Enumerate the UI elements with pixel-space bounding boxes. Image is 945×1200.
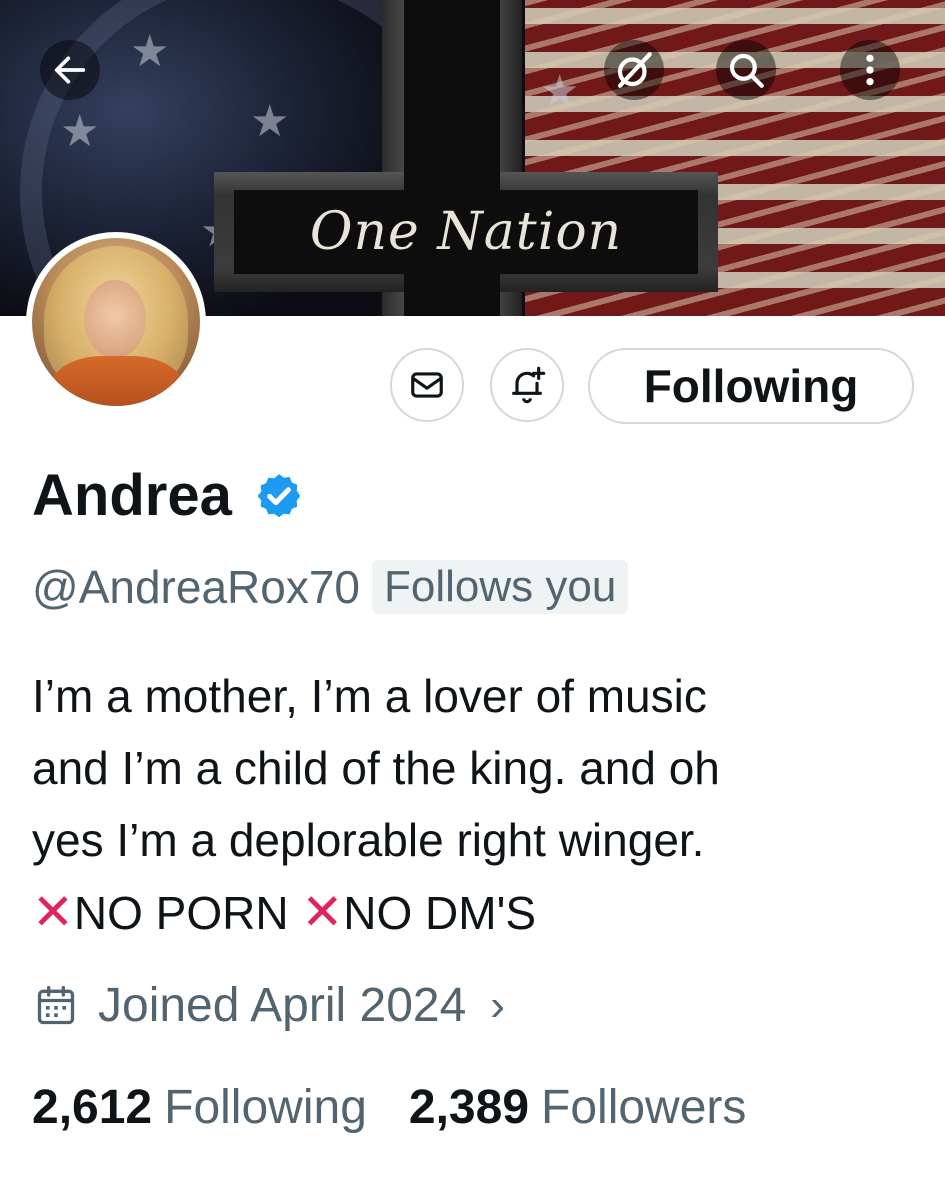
following-stat[interactable]: 2,612 Following xyxy=(32,1080,367,1135)
followers-label: Followers xyxy=(541,1081,747,1134)
grok-button[interactable] xyxy=(604,40,664,100)
back-button[interactable] xyxy=(40,40,100,100)
slashed-circle-icon xyxy=(617,52,652,88)
star-icon: ★ xyxy=(540,66,580,117)
verified-badge-icon[interactable] xyxy=(254,471,304,521)
joined-date-row[interactable]: Joined April 2024 › xyxy=(34,978,505,1033)
bio-flag: NO DM'S xyxy=(343,887,537,939)
bio-flag: NO PORN xyxy=(73,887,289,939)
bio-line-flags: ✕NO PORN ✕NO DM'S xyxy=(32,876,922,949)
following-button[interactable]: Following xyxy=(588,348,914,424)
arrow-left-icon xyxy=(54,56,86,84)
followers-count: 2,389 xyxy=(408,1081,530,1134)
notifications-button[interactable] xyxy=(490,348,564,422)
cross-mark-icon: ✕ xyxy=(301,884,344,940)
star-icon: ★ xyxy=(60,106,100,157)
follows-you-badge: Follows you xyxy=(372,560,629,614)
user-handle: @AndreaRox70 xyxy=(32,561,360,613)
star-icon: ★ xyxy=(250,96,290,147)
star-icon: ★ xyxy=(130,26,170,77)
avatar-jacket xyxy=(52,356,182,406)
joined-date: Joined April 2024 xyxy=(98,979,467,1032)
search-icon xyxy=(729,53,764,88)
following-count: 2,612 xyxy=(32,1081,153,1134)
banner-caption: One Nation xyxy=(309,202,623,262)
bio-line: and I’m a child of the king. and oh xyxy=(32,742,720,794)
display-name: Andrea xyxy=(32,463,232,528)
bio-line: yes I’m a deplorable right winger. xyxy=(32,814,705,866)
follow-stats: 2,612 Following 2,389 Followers xyxy=(32,1080,746,1135)
search-button[interactable] xyxy=(716,40,776,100)
following-label: Following xyxy=(164,1081,367,1134)
avatar[interactable] xyxy=(26,232,206,412)
handle-row: @AndreaRox70 Follows you xyxy=(32,560,629,614)
calendar-icon xyxy=(37,985,75,1024)
chevron-right-icon: › xyxy=(490,980,505,1030)
profile-bio: I’m a mother, I’m a lover of music and I… xyxy=(32,660,922,949)
avatar-photo xyxy=(32,238,200,406)
followers-stat[interactable]: 2,389 Followers xyxy=(409,1080,747,1135)
more-vertical-icon xyxy=(866,54,874,86)
avatar-face xyxy=(84,280,146,358)
bell-plus-icon xyxy=(512,366,546,404)
cross-mark-icon: ✕ xyxy=(32,884,74,940)
more-button[interactable] xyxy=(840,40,900,100)
name-row: Andrea xyxy=(32,462,304,529)
bio-line: I’m a mother, I’m a lover of music xyxy=(32,670,707,722)
envelope-icon xyxy=(411,372,443,398)
message-button[interactable] xyxy=(390,348,464,422)
